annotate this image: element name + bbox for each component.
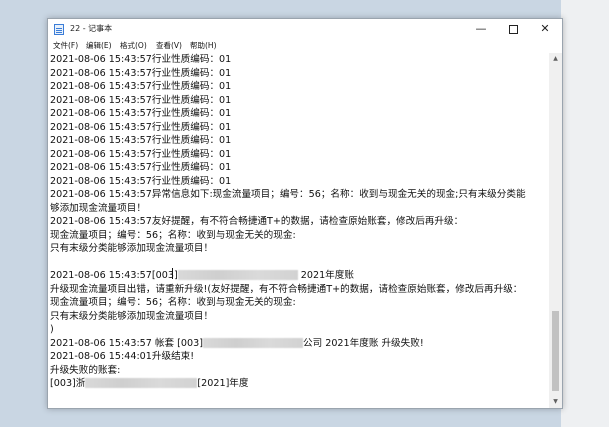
text-line: 2021-08-06 15:43:57行业性质编码：01 (50, 81, 232, 92)
menu-help[interactable]: 帮助(H) (190, 40, 217, 51)
maximize-button[interactable] (498, 19, 528, 39)
text-line: ) (50, 324, 54, 335)
text-line: 2021-08-06 15:44:01升级结束! (50, 351, 195, 362)
scroll-down-arrow-icon[interactable]: ▼ (549, 396, 562, 408)
text-line: 2021-08-06 15:43:57行业性质编码：01 (50, 148, 232, 160)
text-line: 2021-08-06 15:43:57行业性质编码：01 (50, 67, 232, 79)
text-caret (172, 268, 173, 279)
scrollbar-thumb[interactable] (552, 311, 559, 391)
text-editor-area[interactable]: 2021-08-06 15:43:57行业性质编码：01 2021-08-06 … (48, 53, 549, 408)
text-segment: 2021-08-06 15:43:57[003] (50, 270, 178, 281)
text-line: 现金流量项目；编号：56；名称：收到与现金无关的现金: (50, 297, 296, 308)
text-line: 够添加现金流量项目！ (50, 202, 146, 214)
text-line: 2021-08-06 15:43:57异常信息如下:现金流量项目；编号：56；名… (50, 189, 526, 200)
vertical-scrollbar[interactable]: ▲ ▼ (549, 53, 562, 408)
text-segment: 公司 2021年度账 升级失败! (302, 337, 424, 349)
text-line: 2021-08-06 15:43:57行业性质编码：01 (50, 108, 232, 119)
text-line-redacted: 2021-08-06 15:43:57[003] 2021年度账 (50, 269, 354, 283)
text-line: 2021-08-06 15:43:57行业性质编码：01 (50, 162, 232, 173)
text-segment: [2021]年度 (197, 378, 249, 389)
text-line: 2021-08-06 15:43:57行业性质编码：01 (50, 175, 232, 187)
scroll-up-arrow-icon[interactable]: ▲ (549, 53, 562, 65)
text-line: 2021-08-06 15:43:57行业性质编码：01 (50, 54, 232, 65)
close-button[interactable]: ✕ (530, 19, 560, 39)
text-line-redacted: [003]浙 [2021]年度 (50, 377, 249, 391)
desktop-right-strip (561, 0, 609, 427)
menu-file[interactable]: 文件(F) (53, 40, 78, 51)
redaction-blur (202, 337, 303, 348)
minimize-button[interactable]: — (466, 19, 496, 39)
menu-edit[interactable]: 编辑(E) (86, 40, 112, 51)
text-line: 只有末级分类能够添加现金流量项目！ (50, 243, 214, 254)
text-segment: 2021年度账 (300, 270, 354, 281)
menu-bar: 文件(F) 编辑(E) 格式(O) 查看(V) 帮助(H) (48, 39, 562, 53)
window-title: 22 - 记事本 (70, 24, 113, 33)
text-line: 只有末级分类能够添加现金流量项目！ (50, 310, 214, 322)
text-line: 2021-08-06 15:43:57友好提醒，有不符合畅捷通T+的数据，请检查… (50, 216, 464, 227)
text-segment: 2021-08-06 15:43:57 帐套 [003] (50, 337, 203, 349)
menu-view[interactable]: 查看(V) (156, 40, 182, 51)
text-line: 2021-08-06 15:43:57行业性质编码：01 (50, 121, 232, 133)
text-line: 升级现金流量项目出错，请重新升级!(友好提醒，有不符合畅捷通T+的数据，请检查原… (50, 283, 523, 295)
notepad-app-icon (54, 24, 64, 35)
maximize-icon (508, 24, 518, 34)
text-line: 2021-08-06 15:43:57行业性质编码：01 (50, 94, 232, 106)
text-line: 现金流量项目；编号：56；名称：收到与现金无关的现金: (50, 229, 296, 241)
text-segment: [003]浙 (50, 378, 86, 389)
text-line: 升级失败的账套: (50, 364, 121, 376)
title-bar[interactable]: 22 - 记事本 — ✕ (48, 19, 562, 39)
redaction-blur (85, 378, 198, 388)
notepad-window: 22 - 记事本 — ✕ 文件(F) 编辑(E) 格式(O) 查看(V) 帮助(… (47, 18, 563, 409)
text-line-redacted: 2021-08-06 15:43:57 帐套 [003] 公司 2021年度账 升… (50, 337, 424, 351)
menu-format[interactable]: 格式(O) (120, 40, 147, 51)
text-line: 2021-08-06 15:43:57行业性质编码：01 (50, 135, 232, 146)
redaction-blur (177, 270, 298, 280)
